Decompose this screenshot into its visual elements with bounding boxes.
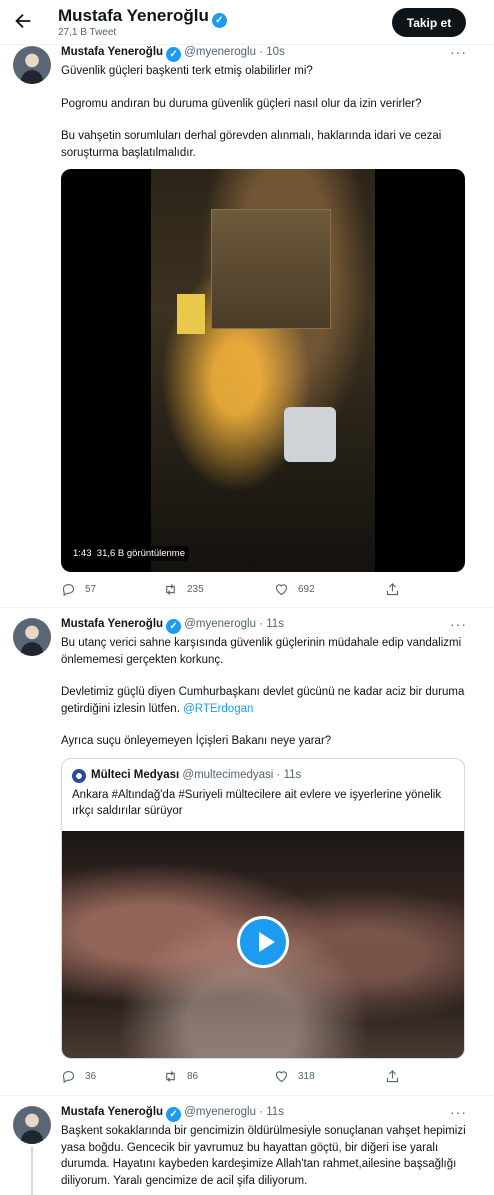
quoted-text: Ankara #Altındağ'da #Suriyeli mülteciler… (72, 789, 442, 817)
like-count: 318 (298, 1071, 315, 1082)
quoted-meta: Mülteci Medyası @multecimedyasi · 11s (91, 769, 301, 781)
tweet-meta: Mustafa Yeneroğlu ✓ @myeneroglu · 11s (61, 1106, 284, 1122)
tweet-text: Başkent sokaklarında bir gencimizin öldü… (61, 1123, 466, 1189)
share-icon (386, 1070, 399, 1083)
mention-link[interactable]: @RTErdogan (183, 703, 253, 715)
meta-separator: · (259, 618, 264, 630)
tweet-paragraph: Ayrıca suçu önleyemeyen İçişleri Bakanı … (61, 735, 332, 747)
tweet-paragraph: Başkent sokaklarında bir gencimizin öldü… (61, 1125, 466, 1187)
retweet-count: 86 (187, 1071, 199, 1082)
retweet-button[interactable]: 235 (163, 582, 204, 597)
like-button[interactable]: 692 (274, 582, 315, 597)
tweet-time[interactable]: 11s (266, 618, 284, 630)
tweet-meta: Mustafa Yeneroğlu ✓ @myeneroglu · 11s (61, 618, 284, 634)
reply-count: 36 (85, 1071, 97, 1082)
retweet-count: 235 (187, 584, 204, 595)
video-truck (177, 294, 205, 334)
reply-icon (62, 1070, 75, 1084)
profile-name-text: Mustafa Yeneroğlu (58, 6, 209, 25)
video-building (211, 209, 331, 329)
author-name[interactable]: Mustafa Yeneroğlu (61, 618, 163, 630)
retweet-icon (166, 584, 175, 595)
tweet-time[interactable]: 11s (266, 1106, 284, 1118)
tweet-text: Bu utanç verici sahne karşısında güvenli… (61, 635, 466, 750)
video-frame (151, 169, 375, 572)
tweet-actions: 57 235 692 (61, 582, 421, 600)
tweet-text: Güvenlik güçleri başkenti terk etmiş ola… (61, 63, 466, 161)
tweet-video[interactable]: 1:43 31,6 B görüntülenme (61, 169, 465, 572)
more-icon[interactable]: ··· (450, 44, 467, 60)
author-handle[interactable]: @myeneroglu (184, 618, 256, 630)
thread-line (31, 1147, 33, 1195)
tweet-paragraph-text: Devletimiz güçlü diyen Cumhurbaşkanı dev… (61, 686, 465, 715)
tweet-actions: 36 86 318 (61, 1069, 421, 1087)
like-count: 692 (298, 584, 315, 595)
divider (0, 44, 494, 45)
profile-name: Mustafa Yeneroğlu ✓ (58, 6, 227, 28)
tweet-paragraph: Pogromu andıran bu duruma güvenlik güçle… (61, 97, 422, 110)
reply-button[interactable]: 36 (61, 1069, 96, 1084)
divider (0, 1095, 494, 1096)
video-views: 31,6 B görüntülenme (96, 548, 185, 559)
quoted-author-name: Mülteci Medyası (91, 769, 180, 781)
more-icon[interactable]: ··· (450, 1104, 467, 1120)
tweet-meta: Mustafa Yeneroğlu ✓ @myeneroglu · 10s (61, 46, 285, 62)
meta-separator: · (259, 1106, 264, 1118)
profile-header: Mustafa Yeneroğlu ✓ 27,1 B Tweet Takip et (0, 0, 494, 44)
reply-button[interactable]: 57 (61, 582, 96, 597)
author-handle[interactable]: @myeneroglu (184, 46, 256, 58)
tweet-paragraph: Bu vahşetin sorumluları derhal görevden … (61, 130, 442, 159)
share-button[interactable] (385, 1069, 409, 1084)
verified-badge-icon: ✓ (166, 47, 182, 62)
tweet-paragraph: Güvenlik güçleri başkenti terk etmiş ola… (61, 65, 313, 77)
divider (0, 607, 494, 608)
reply-icon (62, 583, 75, 597)
quoted-time: 11s (283, 769, 302, 781)
arrow-left-icon[interactable] (12, 10, 34, 32)
heart-icon (275, 1071, 288, 1083)
tweet-paragraph: Bu utanç verici sahne karşısında güvenli… (61, 637, 462, 666)
quoted-handle: @multecimedyasi (182, 769, 274, 781)
avatar[interactable] (13, 1106, 51, 1144)
meta-separator: · (259, 46, 264, 58)
share-icon (386, 583, 399, 596)
video-duration: 1:43 (73, 548, 92, 559)
tweet-time[interactable]: 10s (266, 46, 285, 58)
verified-badge-icon: ✓ (211, 13, 227, 28)
author-name[interactable]: Mustafa Yeneroğlu (61, 46, 163, 58)
play-icon[interactable] (237, 916, 289, 968)
author-handle[interactable]: @myeneroglu (184, 1106, 256, 1118)
video-stats: 1:43 31,6 B görüntülenme (69, 546, 189, 561)
follow-button[interactable]: Takip et (392, 8, 466, 37)
quoted-video[interactable] (62, 831, 464, 1058)
verified-badge-icon: ✓ (166, 619, 182, 634)
share-button[interactable] (385, 582, 409, 597)
video-van (284, 407, 336, 462)
quoted-avatar (72, 769, 86, 783)
avatar[interactable] (13, 46, 51, 84)
like-button[interactable]: 318 (274, 1069, 315, 1084)
more-icon[interactable]: ··· (450, 616, 467, 632)
meta-separator: · (276, 769, 281, 781)
tweet-paragraph: Devletimiz güçlü diyen Cumhurbaşkanı dev… (61, 684, 466, 717)
quoted-tweet[interactable]: Mülteci Medyası @multecimedyasi · 11s An… (61, 758, 465, 1059)
retweet-button[interactable]: 86 (163, 1069, 198, 1084)
retweet-icon (166, 1071, 175, 1082)
tweet-count: 27,1 B Tweet (58, 27, 117, 38)
verified-badge-icon: ✓ (166, 1107, 182, 1122)
author-name[interactable]: Mustafa Yeneroğlu (61, 1106, 163, 1118)
avatar[interactable] (13, 618, 51, 656)
reply-count: 57 (85, 584, 97, 595)
heart-icon (275, 584, 288, 596)
